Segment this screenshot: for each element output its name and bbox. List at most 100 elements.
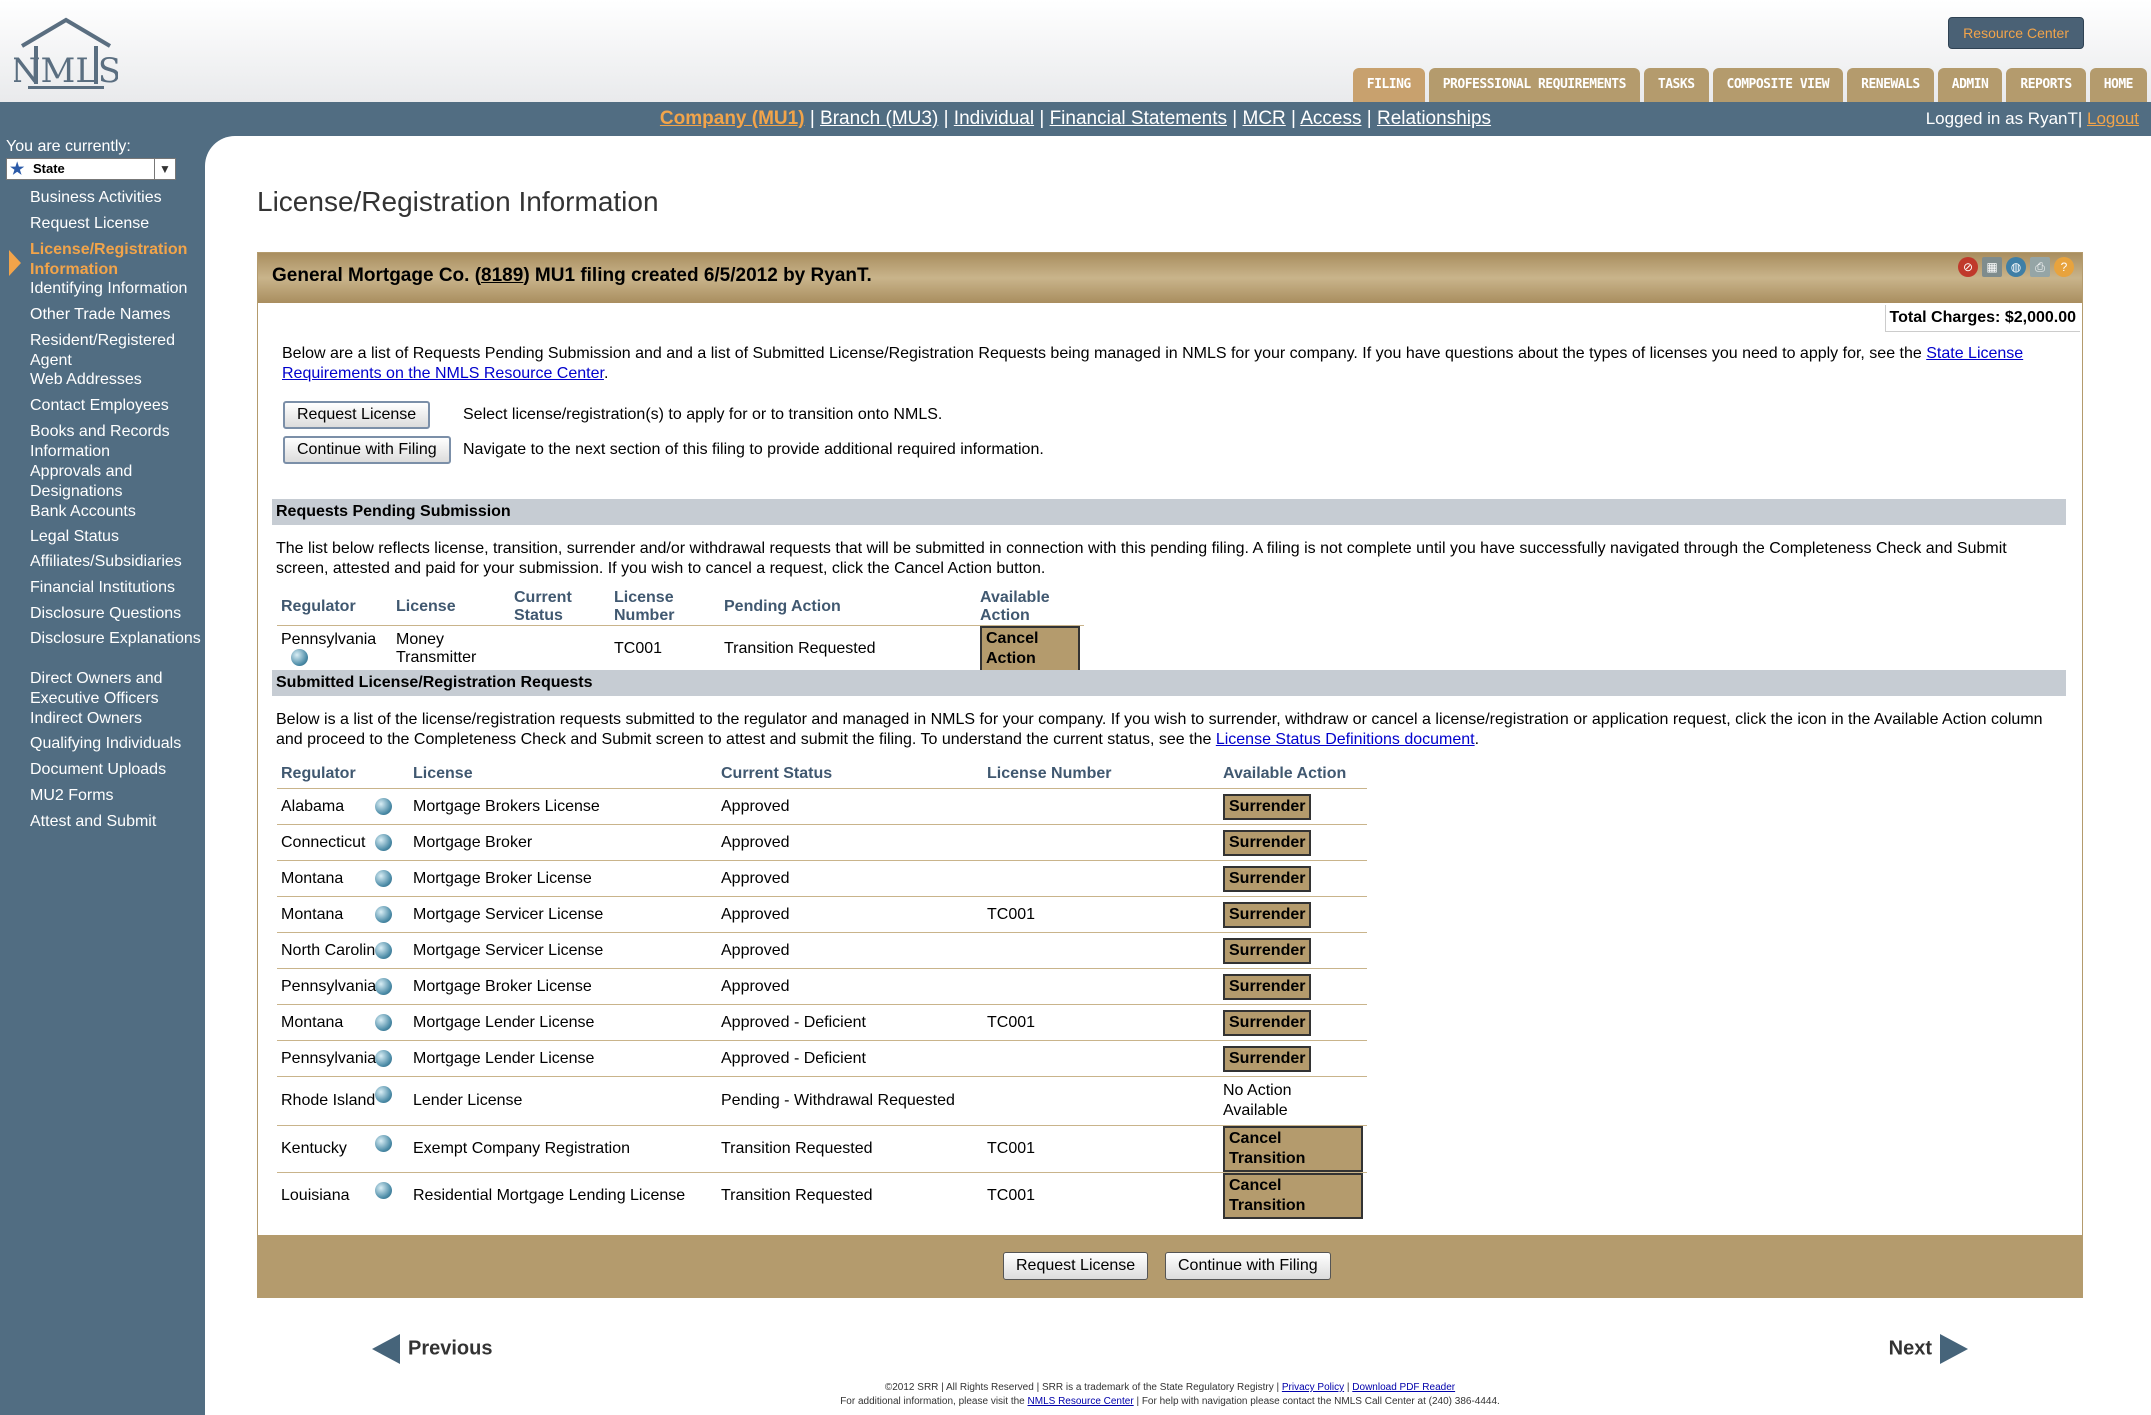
tab-filing[interactable]: FILING — [1352, 68, 1425, 102]
tab-home[interactable]: HOME — [2089, 68, 2147, 102]
pending-col-license-number: License Number — [614, 589, 675, 624]
license-name: Mortgage Servicer License — [413, 905, 604, 923]
license-detail-icon[interactable] — [375, 1014, 392, 1031]
action-cell: Surrender — [1219, 860, 1367, 897]
privacy-policy-link[interactable]: Privacy Policy — [1282, 1382, 1344, 1393]
subnav-link-relationships[interactable]: Relationships — [1377, 108, 1491, 129]
license-cell: Mortgage Broker — [375, 824, 717, 861]
cancel-filing-icon[interactable]: ⊘ — [1958, 257, 1978, 277]
license-status-definitions-link[interactable]: License Status Definitions document — [1216, 731, 1475, 748]
sidebar-item-disclosure-explanations[interactable]: Disclosure Explanations — [0, 629, 205, 649]
sidebar-item-bank-accounts[interactable]: Bank Accounts — [0, 502, 205, 522]
surrender-button[interactable]: Surrender — [1223, 865, 1312, 892]
cancel-action-button[interactable]: Cancel Action — [980, 626, 1080, 672]
sidebar-item-direct-owners-and-executive-officers[interactable]: Direct Owners and Executive Officers — [0, 669, 205, 709]
subnav-link-branch-mu3[interactable]: Branch (MU3) — [820, 108, 938, 129]
license-detail-icon[interactable] — [375, 978, 392, 995]
sidebar-item-indirect-owners[interactable]: Indirect Owners — [0, 709, 205, 729]
regulator-name: Louisiana — [281, 1187, 350, 1204]
sidebar-item-disclosure-questions[interactable]: Disclosure Questions — [0, 604, 205, 624]
sidebar-item-affiliates-subsidiaries[interactable]: Affiliates/Subsidiaries — [0, 552, 205, 572]
license-name: Mortgage Brokers License — [413, 797, 600, 815]
subnav-link-individual[interactable]: Individual — [954, 108, 1034, 129]
surrender-button[interactable]: Surrender — [1223, 973, 1312, 1000]
pending-col-regulator: Regulator — [281, 598, 356, 615]
chevron-down-icon[interactable]: ▼ — [154, 159, 175, 179]
tab-tasks[interactable]: TASKS — [1643, 68, 1709, 102]
resource-center-button[interactable]: Resource Center — [1948, 17, 2084, 49]
license-detail-icon[interactable] — [375, 942, 392, 959]
license-detail-icon[interactable] — [375, 798, 392, 815]
license-detail-icon[interactable] — [291, 649, 308, 667]
previous-link[interactable]: Previous — [372, 1334, 492, 1364]
subnav-link-mcr[interactable]: MCR — [1243, 108, 1286, 129]
tab-reports[interactable]: REPORTS — [2006, 68, 2086, 102]
surrender-button[interactable]: Surrender — [1223, 937, 1312, 964]
number-cell — [983, 788, 1219, 825]
license-detail-icon[interactable] — [375, 1182, 392, 1199]
logout-link[interactable]: Logout — [2087, 109, 2139, 128]
sidebar-item-license-registration-information[interactable]: License/Registration Information — [0, 240, 205, 280]
logged-in-info: Logged in as RyanT| Logout — [1925, 109, 2139, 128]
surrender-button[interactable]: Surrender — [1223, 1009, 1312, 1036]
sidebar-item-qualifying-individuals[interactable]: Qualifying Individuals — [0, 734, 205, 754]
tab-renewals[interactable]: RENEWALS — [1847, 68, 1934, 102]
regulator-name: Montana — [281, 905, 344, 923]
surrender-button[interactable]: Surrender — [1223, 829, 1312, 856]
jurisdiction-select[interactable]: ★ State ▼ — [6, 158, 176, 180]
print-icon[interactable]: ⎙ — [2030, 257, 2050, 277]
license-name: Residential Mortgage Lending License — [413, 1187, 686, 1204]
footer-resource-center-link[interactable]: NMLS Resource Center — [1028, 1396, 1134, 1407]
license-detail-icon[interactable] — [375, 834, 392, 851]
status-cell: Approved — [717, 968, 983, 1005]
license-detail-icon[interactable] — [375, 1135, 392, 1152]
sidebar-item-other-trade-names[interactable]: Other Trade Names — [0, 305, 205, 325]
sidebar-item-request-license[interactable]: Request License — [0, 214, 205, 234]
request-license-button[interactable]: Request License — [283, 401, 431, 429]
cancel-transition-button[interactable]: Cancel Transition — [1223, 1126, 1363, 1172]
subnav-link-company-mu1[interactable]: Company (MU1) — [660, 108, 805, 129]
sidebar-item-attest-and-submit[interactable]: Attest and Submit — [0, 812, 205, 832]
license-detail-icon[interactable] — [375, 1086, 392, 1103]
tab-professional-requirements[interactable]: PROFESSIONAL REQUIREMENTS — [1428, 68, 1640, 102]
sidebar-item-books-and-records-information[interactable]: Books and Records Information — [0, 422, 205, 462]
surrender-button[interactable]: Surrender — [1223, 793, 1312, 820]
status-cell: Transition Requested — [717, 1125, 983, 1173]
license-cell: Mortgage Lender License — [375, 1004, 717, 1041]
pending-description: The list below reflects license, transit… — [276, 540, 2007, 577]
subnav-separator: | — [1034, 108, 1050, 129]
nmls-logo[interactable]: NMLS — [11, 16, 121, 96]
globe-icon[interactable]: ◍ — [2006, 257, 2026, 277]
subnav-link-financial-statements[interactable]: Financial Statements — [1050, 108, 1227, 129]
status-cell: Approved — [717, 896, 983, 933]
regulator-name: Alabama — [281, 797, 345, 815]
license-detail-icon[interactable] — [375, 1050, 392, 1067]
sidebar-item-legal-status[interactable]: Legal Status — [0, 527, 205, 547]
sidebar-item-financial-institutions[interactable]: Financial Institutions — [0, 578, 205, 598]
sidebar-item-identifying-information[interactable]: Identifying Information — [0, 279, 205, 299]
sidebar-item-contact-employees[interactable]: Contact Employees — [0, 396, 205, 416]
continue-with-filing-button[interactable]: Continue with Filing — [283, 436, 451, 464]
next-link[interactable]: Next — [1889, 1334, 1968, 1364]
tab-composite-view[interactable]: COMPOSITE VIEW — [1712, 68, 1844, 102]
sidebar-item-business-activities[interactable]: Business Activities — [0, 188, 205, 208]
cancel-transition-button[interactable]: Cancel Transition — [1223, 1173, 1363, 1219]
sidebar-item-approvals-and-designations[interactable]: Approvals and Designations — [0, 462, 205, 502]
help-icon[interactable]: ? — [2054, 257, 2074, 277]
download-pdf-reader-link[interactable]: Download PDF Reader — [1352, 1382, 1455, 1393]
surrender-button[interactable]: Surrender — [1223, 1045, 1312, 1072]
sidebar-item-web-addresses[interactable]: Web Addresses — [0, 370, 205, 390]
surrender-button[interactable]: Surrender — [1223, 901, 1312, 928]
submitted-description: Below is a list of the license/registrat… — [276, 711, 2043, 748]
sidebar-item-document-uploads[interactable]: Document Uploads — [0, 760, 205, 780]
grid-view-icon[interactable]: ▦ — [1982, 257, 2002, 277]
footer-continue-with-filing-button[interactable]: Continue with Filing — [1165, 1252, 1331, 1280]
license-detail-icon[interactable] — [375, 906, 392, 923]
company-id-link[interactable]: 8189 — [481, 265, 523, 286]
sidebar-item-mu2-forms[interactable]: MU2 Forms — [0, 786, 205, 806]
subnav-link-access[interactable]: Access — [1300, 108, 1361, 129]
footer-request-license-button[interactable]: Request License — [1003, 1252, 1149, 1280]
sidebar-item-resident-registered-agent[interactable]: Resident/Registered Agent — [0, 331, 205, 371]
license-detail-icon[interactable] — [375, 870, 392, 887]
tab-admin[interactable]: ADMIN — [1937, 68, 2003, 102]
